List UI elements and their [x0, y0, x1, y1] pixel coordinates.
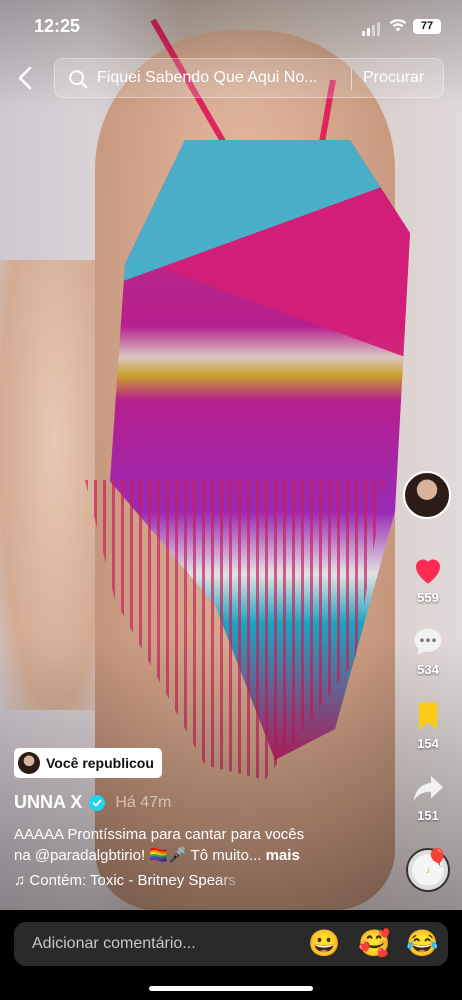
caption-line-2-text: na @paradalgbtirio! 🏳️‍🌈🎤 Tô muito...: [14, 847, 266, 864]
search-input[interactable]: Fiquei Sabendo Que Aqui No...: [97, 69, 347, 87]
repost-label: Você republicou: [46, 755, 154, 771]
author-row[interactable]: UNNA X Há 47m: [14, 792, 171, 813]
search-bar[interactable]: Fiquei Sabendo Que Aqui No... Procurar: [54, 58, 444, 98]
battery-indicator: 77: [413, 19, 441, 34]
grinning-emoji-button[interactable]: 😀: [308, 928, 340, 959]
share-count: 151: [417, 808, 439, 823]
verified-badge-icon: [89, 794, 106, 811]
search-icon: [69, 70, 88, 89]
post-time: Há 47m: [115, 793, 172, 811]
status-time: 12:25: [34, 16, 81, 36]
author-name[interactable]: UNNA X: [14, 792, 82, 813]
save-button[interactable]: 154: [404, 698, 452, 751]
post-caption[interactable]: AAAAA Prontíssima para cantar para vocês…: [14, 824, 364, 866]
search-divider: [351, 68, 352, 90]
repost-avatar: [18, 752, 40, 774]
comment-placeholder: Adicionar comentário...: [32, 935, 196, 952]
repost-badge[interactable]: Você republicou: [14, 748, 162, 778]
laughing-emoji-button[interactable]: 😂: [406, 928, 438, 959]
like-count: 559: [417, 590, 439, 605]
back-arrow-icon[interactable]: [14, 64, 38, 92]
like-button[interactable]: 559: [404, 552, 452, 605]
signal-icon: [362, 22, 380, 36]
comment-input[interactable]: Adicionar comentário... 😀 🥰 😂: [14, 922, 448, 966]
comment-bubble-icon: [414, 628, 442, 655]
bookmark-icon: [419, 702, 437, 730]
search-button[interactable]: Procurar: [363, 69, 424, 87]
music-title: Contém: Toxic - Britney Spears: [29, 872, 236, 889]
share-button[interactable]: 151: [404, 770, 452, 823]
save-count: 154: [417, 736, 439, 751]
comment-count: 534: [417, 662, 439, 677]
caption-line-1: AAAAA Prontíssima para cantar para vocês: [14, 826, 305, 843]
caption-line-2: na @paradalgbtirio! 🏳️‍🌈🎤 Tô muito... ma…: [14, 845, 364, 866]
comment-button[interactable]: 534: [404, 624, 452, 677]
status-bar: 12:25 77: [0, 0, 462, 54]
caption-more-link[interactable]: mais: [266, 847, 300, 864]
balloons-icon: 🎈: [426, 848, 449, 868]
home-indicator: [149, 986, 313, 991]
music-row[interactable]: ♫ Contém: Toxic - Britney Spears: [14, 872, 244, 889]
comment-bar: Adicionar comentário... 😀 🥰 😂: [0, 910, 462, 1000]
wifi-icon: [389, 19, 407, 32]
share-arrow-icon: [413, 776, 443, 801]
music-note-icon: ♫: [14, 872, 26, 889]
heart-icon: [415, 559, 441, 584]
hearts-emoji-button[interactable]: 🥰: [358, 928, 390, 959]
creator-avatar[interactable]: [403, 471, 451, 519]
